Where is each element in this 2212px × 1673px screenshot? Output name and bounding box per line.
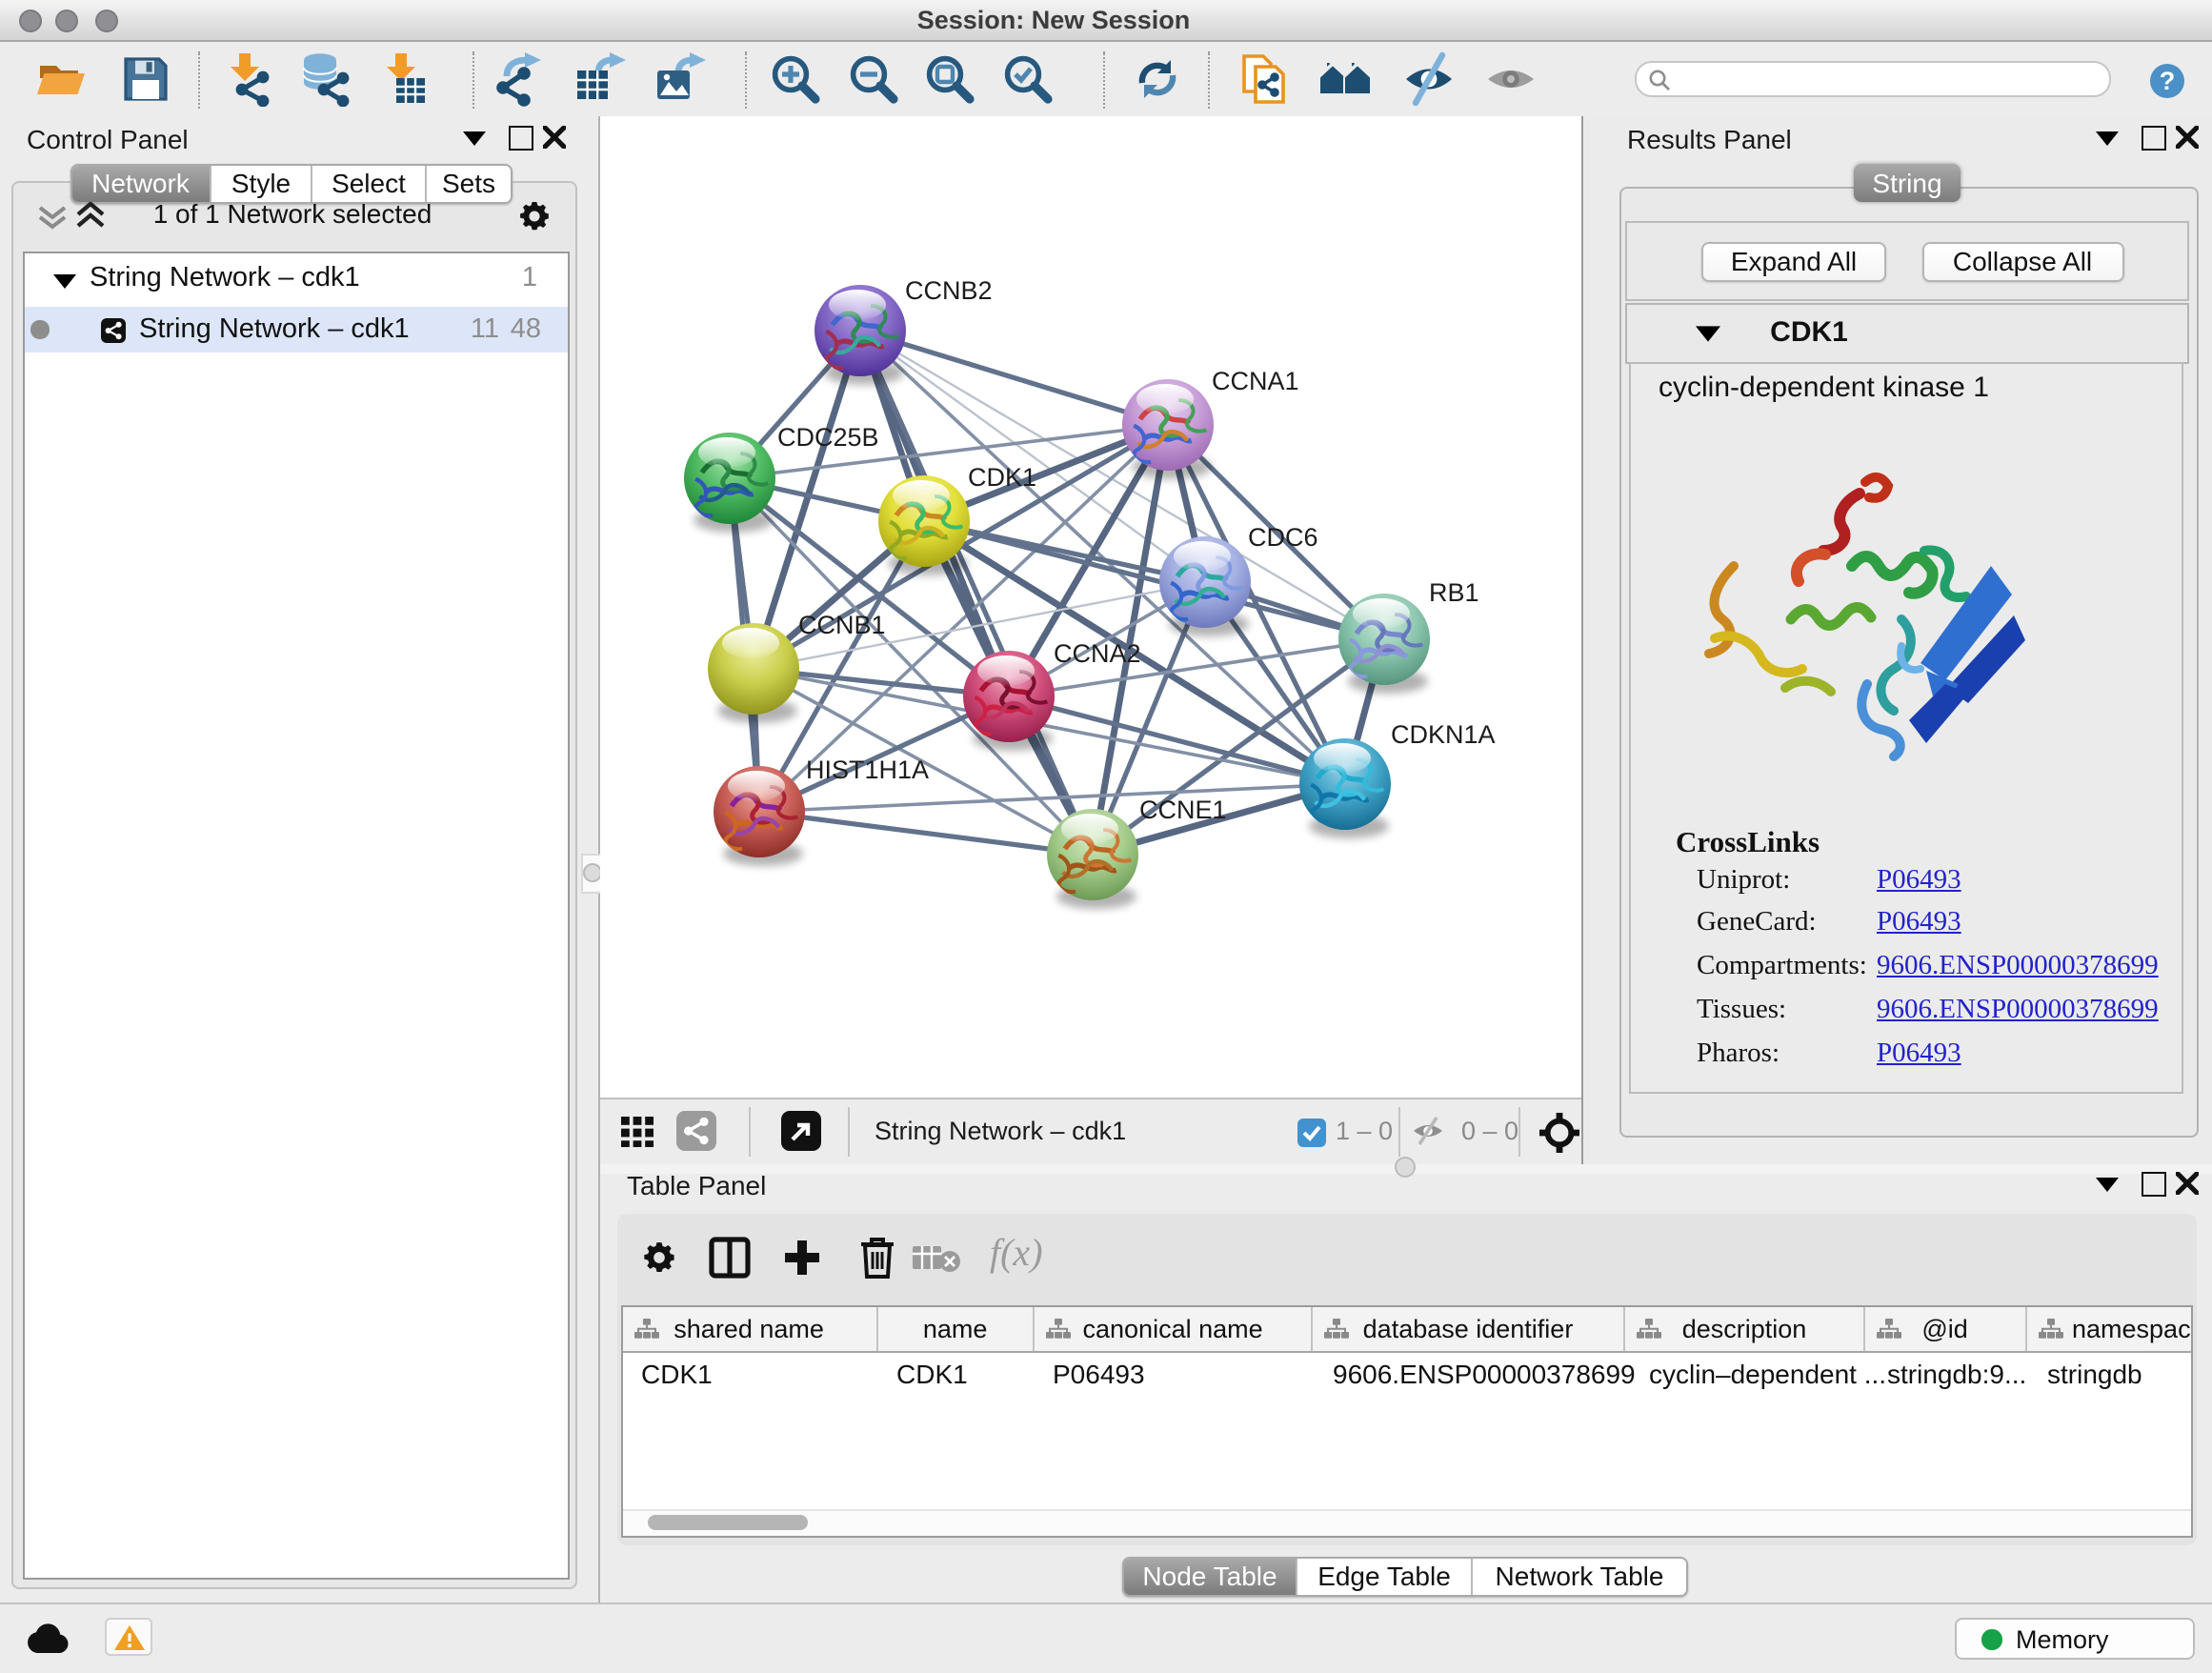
svg-text:CCNB2: CCNB2 xyxy=(905,276,993,305)
svg-text:HIST1H1A: HIST1H1A xyxy=(806,756,929,784)
svg-text:?: ? xyxy=(2160,67,2176,95)
svg-text:CCNA1: CCNA1 xyxy=(1212,367,1299,395)
svg-text:CDK1: CDK1 xyxy=(968,463,1036,492)
svg-text:CDC25B: CDC25B xyxy=(777,423,879,452)
svg-text:CCNE1: CCNE1 xyxy=(1139,796,1227,824)
svg-text:RB1: RB1 xyxy=(1429,578,1479,607)
svg-text:CCNB1: CCNB1 xyxy=(798,611,886,639)
svg-text:CCNA2: CCNA2 xyxy=(1054,639,1141,668)
svg-text:CDC6: CDC6 xyxy=(1248,523,1318,552)
svg-text:CDKN1A: CDKN1A xyxy=(1391,720,1496,749)
